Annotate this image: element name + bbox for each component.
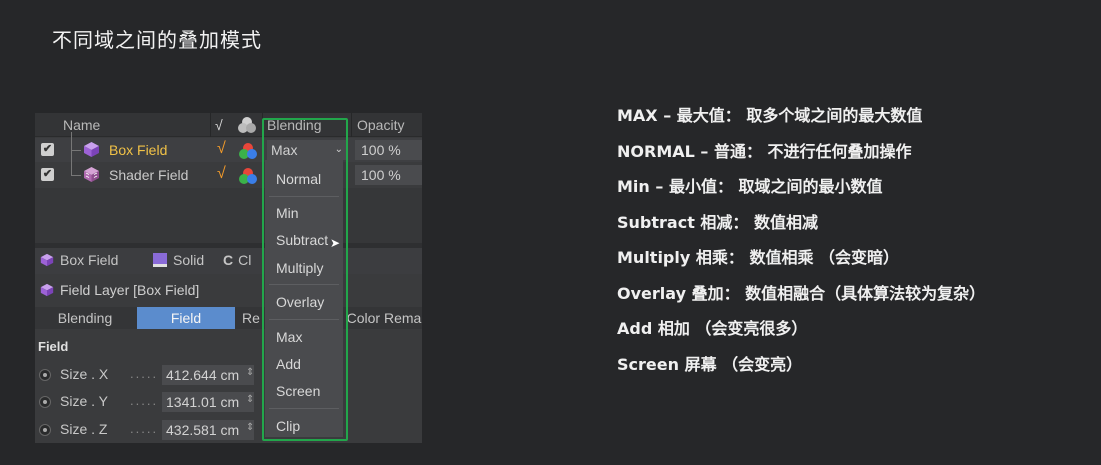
slide-title: 不同域之间的叠加模式 <box>52 28 262 52</box>
note-screen: Screen 屏幕 （会变亮） <box>617 354 803 374</box>
mouse-cursor-icon: ➤ <box>330 236 341 250</box>
size-z-label: Size . Z <box>60 421 108 437</box>
solid-toolbar-button[interactable]: Solid <box>153 252 204 268</box>
size-z-input[interactable]: 432.581 cm <box>162 420 254 440</box>
tab-color-remapping[interactable]: Color Rema <box>339 307 422 329</box>
stepper-icon[interactable]: ⇕ <box>246 394 254 405</box>
opacity-field[interactable]: 100 % <box>355 140 422 160</box>
color-channels-icon[interactable] <box>238 167 258 185</box>
stepper-icon[interactable]: ⇕ <box>246 422 254 433</box>
attribute-title: Field Layer [Box Field] <box>40 282 199 298</box>
enable-checkbox[interactable]: ✔ <box>41 168 54 181</box>
opacity-field[interactable]: 100 % <box>355 165 422 185</box>
box-field-icon <box>84 142 99 157</box>
note-normal: NORMAL – 普通： 不进行任何叠加操作 <box>617 141 912 161</box>
enable-checkbox[interactable]: ✔ <box>41 143 54 156</box>
size-x-dots: ..... <box>130 366 159 381</box>
note-subtract: Subtract 相减： 数值相减 <box>617 212 818 232</box>
size-y-row: Size . Y ..... 1341.01 cm <box>35 391 422 413</box>
animate-radio[interactable] <box>39 369 51 381</box>
curve-icon[interactable]: √ <box>217 140 226 158</box>
size-x-row: Size . X ..... 412.644 cm <box>35 364 422 386</box>
cinema4d-panel: Name √ Blending Opacity ✔ Box Field √ Ma… <box>35 113 422 443</box>
layer-list-header: Name √ Blending Opacity <box>35 113 422 137</box>
note-overlay: Overlay 叠加： 数值相融合（具体算法较为复杂） <box>617 283 986 303</box>
size-z-row: Size . Z ..... 432.581 cm <box>35 419 422 441</box>
size-y-input[interactable]: 1341.01 cm <box>162 392 254 412</box>
size-x-input[interactable]: 412.644 cm <box>162 365 254 385</box>
tab-blending[interactable]: Blending <box>35 307 135 329</box>
layer-row-shader-field[interactable]: ✔ Shader Field √ 100 % <box>35 151 422 187</box>
stepper-icon[interactable]: ⇕ <box>246 367 254 378</box>
attribute-title-text: Field Layer [Box Field] <box>60 282 200 298</box>
color-channels-icon[interactable] <box>238 142 258 160</box>
rgb-column-icon <box>237 116 257 137</box>
size-z-dots: ..... <box>130 421 159 436</box>
layer-name: Shader Field <box>109 167 189 183</box>
attribute-toolbar: Box Field Solid C Cl <box>35 248 422 274</box>
box-field-toolbar-label: Box Field <box>60 252 119 268</box>
size-x-label: Size . X <box>60 366 109 382</box>
size-y-label: Size . Y <box>60 393 108 409</box>
attribute-tabs: Blending Field Re Color Rema <box>35 307 422 329</box>
note-max: MAX – 最大值： 取多个域之间的最大数值 <box>617 106 923 125</box>
highlight-annotation-box <box>262 118 348 441</box>
box-field-icon <box>40 253 54 267</box>
section-label-field: Field <box>38 339 69 354</box>
note-add: Add 相加 （会变亮很多） <box>617 319 808 338</box>
tab-field[interactable]: Field <box>137 307 235 329</box>
opacity-column-header[interactable]: Opacity <box>357 117 404 133</box>
size-y-dots: ..... <box>130 393 159 408</box>
animate-radio[interactable] <box>39 424 51 436</box>
animate-radio[interactable] <box>39 396 51 408</box>
solid-toolbar-label: Solid <box>173 252 205 268</box>
name-column-header[interactable]: Name <box>63 117 100 133</box>
curve-icon[interactable]: √ <box>217 165 226 183</box>
other-toolbar-label: Cl <box>238 252 252 268</box>
tab-remapping[interactable]: Re <box>237 307 265 329</box>
note-min: Min – 最小值： 取域之间的最小数值 <box>617 177 883 196</box>
c-icon: C <box>223 252 234 268</box>
box-field-toolbar-button[interactable]: Box Field <box>40 252 118 268</box>
box-field-icon <box>40 283 54 297</box>
layer-list-empty-area <box>35 188 422 243</box>
other-toolbar-button[interactable]: C Cl <box>223 252 251 268</box>
solid-icon <box>153 253 167 267</box>
note-multiply: Multiply 相乘： 数值相乘 （会变暗） <box>617 248 900 267</box>
layer-name: Box Field <box>109 142 168 158</box>
layer-row-box-field[interactable]: ✔ Box Field √ Max ⌄ 100 % <box>35 132 422 162</box>
shader-field-icon <box>84 167 99 182</box>
blend-mode-notes: MAX – 最大值： 取多个域之间的最大数值 NORMAL – 普通： 不进行任… <box>617 103 985 387</box>
curve-column-icon: √ <box>215 117 223 133</box>
